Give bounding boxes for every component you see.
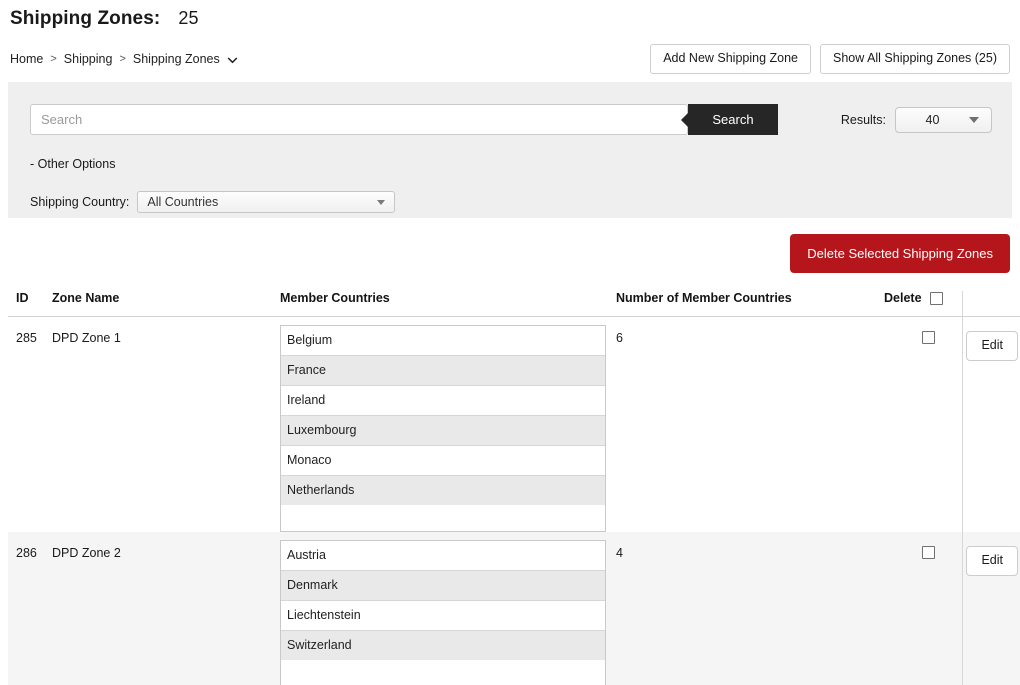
- cell-zone-name: DPD Zone 2: [52, 532, 280, 685]
- cell-edit: Edit: [961, 532, 1020, 685]
- column-header-delete: Delete: [884, 291, 962, 317]
- other-options-toggle[interactable]: - Other Options: [30, 157, 115, 171]
- filter-panel: Search Results: 40 - Other Options Shipp…: [8, 82, 1012, 218]
- table-row: 286 DPD Zone 2 Austria Denmark Liechtenstein…: [8, 532, 1020, 685]
- row-delete-checkbox[interactable]: [922, 546, 935, 559]
- column-header-id[interactable]: ID: [8, 291, 52, 317]
- cell-delete: [884, 316, 962, 532]
- breadcrumb-item-home[interactable]: Home: [10, 52, 43, 66]
- search-row: Search Results: 40: [30, 104, 992, 135]
- search-button[interactable]: Search: [688, 104, 778, 135]
- shipping-country-label: Shipping Country:: [30, 195, 130, 209]
- shipping-zones-table-container: ID Zone Name Member Countries Number of …: [8, 291, 1020, 685]
- member-country-item: Luxembourg: [281, 416, 605, 446]
- column-header-number-of-member-countries[interactable]: Number of Member Countries: [616, 291, 884, 317]
- shipping-zones-table: ID Zone Name Member Countries Number of …: [8, 291, 1020, 685]
- cell-delete: [884, 532, 962, 685]
- member-country-item: Liechtenstein: [281, 601, 605, 631]
- results-per-page-select[interactable]: 40: [895, 106, 992, 133]
- select-all-checkbox[interactable]: [929, 291, 943, 305]
- delete-selected-shipping-zones-button[interactable]: Delete Selected Shipping Zones: [790, 234, 1010, 273]
- breadcrumb-separator: >: [50, 53, 57, 65]
- add-new-shipping-zone-button[interactable]: Add New Shipping Zone: [650, 44, 812, 74]
- header-bar: Home > Shipping > Shipping Zones Add New…: [0, 38, 1020, 80]
- row-delete-checkbox[interactable]: [922, 331, 935, 344]
- results-label: Results:: [840, 112, 886, 127]
- shipping-country-filter: Shipping Country: All Countries: [30, 191, 992, 213]
- results-per-page-value: 40: [925, 112, 940, 127]
- page-title-text: Shipping Zones:: [10, 8, 161, 29]
- cell-id: 285: [8, 316, 52, 532]
- column-header-zone-name[interactable]: Zone Name: [52, 291, 280, 317]
- search-input[interactable]: [30, 104, 688, 135]
- member-country-item: France: [281, 356, 605, 386]
- caret-down-icon: [377, 199, 386, 205]
- shipping-zones-count: 25: [178, 8, 199, 28]
- bulk-actions-row: Delete Selected Shipping Zones: [0, 218, 1020, 273]
- member-country-item: Switzerland: [281, 631, 605, 660]
- breadcrumb-item-shipping-zones[interactable]: Shipping Zones: [133, 52, 220, 66]
- member-country-item: Denmark: [281, 571, 605, 601]
- cell-number-of-member-countries: 4: [616, 532, 884, 685]
- breadcrumb: Home > Shipping > Shipping Zones: [10, 52, 238, 66]
- column-header-delete-label: Delete: [884, 291, 922, 305]
- member-country-item: Netherlands: [281, 476, 605, 505]
- page-header: Shipping Zones: 25: [0, 0, 1020, 38]
- show-all-shipping-zones-button[interactable]: Show All Shipping Zones (25): [820, 44, 1010, 74]
- table-header: ID Zone Name Member Countries Number of …: [8, 291, 1020, 317]
- edit-button[interactable]: Edit: [966, 331, 1019, 361]
- breadcrumb-item-shipping[interactable]: Shipping: [64, 52, 113, 66]
- member-country-item: Austria: [281, 541, 605, 571]
- cell-number-of-member-countries: 6: [616, 316, 884, 532]
- column-header-member-countries[interactable]: Member Countries: [280, 291, 616, 317]
- table-body: 285 DPD Zone 1 Belgium France Ireland Luxembo…: [8, 316, 1020, 685]
- shipping-country-value: All Countries: [147, 195, 219, 209]
- search-group: Search: [30, 104, 778, 135]
- member-country-item: Ireland: [281, 386, 605, 416]
- cell-member-countries: Austria Denmark Liechtenstein Switzerland: [280, 532, 616, 685]
- cell-member-countries: Belgium France Ireland Luxembourg Monaco Neth…: [280, 316, 616, 532]
- cell-edit: Edit: [961, 316, 1020, 532]
- table-row: 285 DPD Zone 1 Belgium France Ireland Luxembo…: [8, 316, 1020, 532]
- cell-zone-name: DPD Zone 1: [52, 316, 280, 532]
- breadcrumb-separator: >: [119, 53, 126, 65]
- shipping-country-select[interactable]: All Countries: [137, 191, 396, 213]
- header-actions: Add New Shipping Zone Show All Shipping …: [650, 44, 1010, 74]
- member-country-item: Belgium: [281, 326, 605, 356]
- edit-button[interactable]: Edit: [966, 546, 1019, 576]
- caret-down-icon: [969, 116, 979, 123]
- member-countries-list: Austria Denmark Liechtenstein Switzerland: [280, 540, 606, 685]
- cell-id: 286: [8, 532, 52, 685]
- member-countries-list: Belgium France Ireland Luxembourg Monaco Neth…: [280, 325, 606, 532]
- member-country-item: Monaco: [281, 446, 605, 476]
- column-header-edit: [961, 291, 1020, 317]
- results-per-page-group: Results: 40: [840, 106, 992, 133]
- chevron-down-icon[interactable]: [227, 55, 238, 66]
- table-header-row: ID Zone Name Member Countries Number of …: [8, 291, 1020, 317]
- page-title: Shipping Zones: 25: [10, 8, 1010, 38]
